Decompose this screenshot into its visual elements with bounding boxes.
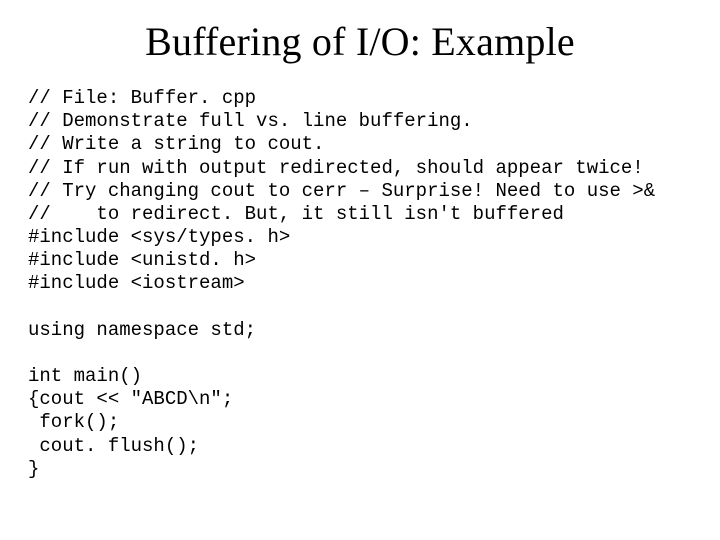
code-line: // File: Buffer. cpp — [28, 87, 256, 109]
code-line: // Write a string to cout. — [28, 133, 324, 155]
code-line: // Try changing cout to cerr – Surprise!… — [28, 180, 655, 202]
code-line: {cout << "ABCD\n"; — [28, 388, 233, 410]
code-line: #include <sys/types. h> — [28, 226, 290, 248]
code-line: // Demonstrate full vs. line buffering. — [28, 110, 473, 132]
code-line: #include <unistd. h> — [28, 249, 256, 271]
slide-title: Buffering of I/O: Example — [28, 18, 692, 65]
code-line: // If run with output redirected, should… — [28, 157, 644, 179]
code-line: // to redirect. But, it still isn't buff… — [28, 203, 564, 225]
code-line: using namespace std; — [28, 319, 256, 341]
code-line: cout. flush(); — [28, 435, 199, 457]
code-line: int main() — [28, 365, 142, 387]
code-block: // File: Buffer. cpp // Demonstrate full… — [28, 87, 692, 481]
code-line: #include <iostream> — [28, 272, 245, 294]
slide: Buffering of I/O: Example // File: Buffe… — [0, 0, 720, 540]
code-line: fork(); — [28, 411, 119, 433]
code-line: } — [28, 458, 39, 480]
